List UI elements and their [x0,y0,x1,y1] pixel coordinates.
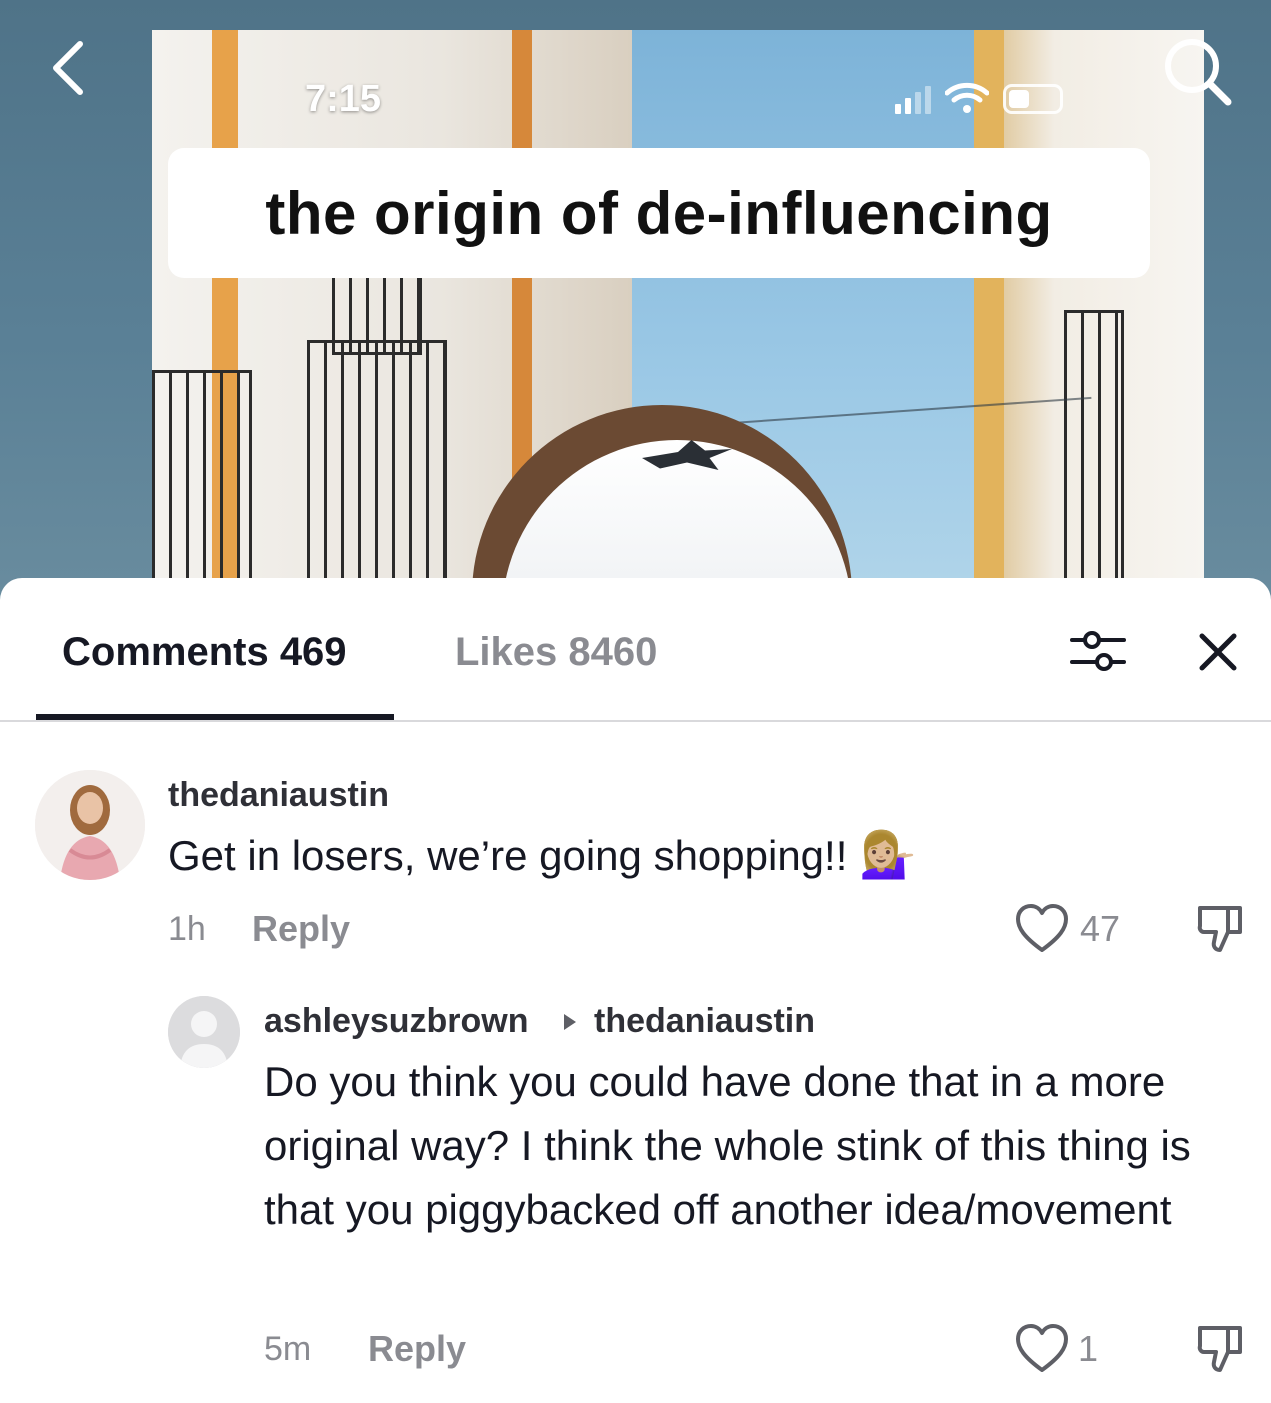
reply-button[interactable]: Reply [368,1328,466,1370]
video-caption-text: the origin of de-influencing [265,179,1053,247]
wifi-icon [945,82,989,113]
reply-comment-item: ashleysuzbrown thedaniaustin Do you thin… [0,994,1271,1394]
thumbs-down-icon [1197,906,1242,952]
embedded-status-time: 7:15 [305,78,382,120]
active-tab-indicator [36,714,394,720]
avatar[interactable] [168,996,240,1068]
balcony-railing [1064,310,1124,620]
reply-to-username[interactable]: thedaniaustin [594,1002,815,1041]
search-icon [1165,39,1232,106]
dislike-button[interactable] [1192,1322,1248,1378]
comment-username[interactable]: ashleysuzbrown [264,1002,529,1041]
search-button[interactable] [1158,30,1238,110]
heart-icon [1016,1324,1068,1372]
heart-icon [1016,904,1068,952]
close-button[interactable] [1194,628,1242,676]
thumbs-down-icon [1197,1326,1242,1372]
like-count: 47 [1080,908,1121,949]
comment-username[interactable]: thedaniaustin [168,776,389,815]
like-button[interactable] [1014,902,1070,958]
reply-to-arrow-icon [564,1014,576,1030]
back-button[interactable] [40,36,100,96]
close-icon [1199,633,1237,671]
video-caption: the origin of de-influencing [168,148,1150,278]
embedded-status-icons [895,82,1063,114]
signal-icon [895,84,931,114]
video-background: 7:15 the origin of de-influencing [0,0,1271,620]
default-avatar-icon [168,996,240,1068]
battery-icon [1003,84,1063,114]
reply-button[interactable]: Reply [252,908,350,950]
user-photo-avatar [35,770,145,880]
emoji-person-tipping-hand: 💁🏼‍♀️ [859,828,917,880]
tab-likes[interactable]: Likes 8460 [455,630,657,675]
sliders-icon [1070,631,1126,671]
comment-timestamp: 5m [264,1330,312,1368]
tab-comments[interactable]: Comments 469 [62,630,347,675]
like-count: 1 [1078,1328,1099,1369]
comment-text: Do you think you could have done that in… [264,1058,1191,1233]
dislike-button[interactable] [1192,902,1248,958]
comment-text: Get in losers, we’re going shopping!! 💁🏼… [168,822,1128,888]
chevron-left-icon [53,41,83,95]
like-button[interactable] [1014,1322,1070,1378]
comments-sheet: Comments 469 Likes 8460 thedaniaustin Ge… [0,578,1271,1403]
filter-button[interactable] [1068,626,1128,676]
comment-body: Get in losers, we’re going shopping!! [168,832,848,879]
comments-tab-bar: Comments 469 Likes 8460 [0,578,1271,722]
avatar[interactable] [35,770,145,880]
comment-timestamp: 1h [168,910,206,948]
balcony-railing [332,275,422,355]
comment-item: thedaniaustin Get in losers, we’re going… [0,768,1271,968]
building-right [974,30,1204,620]
